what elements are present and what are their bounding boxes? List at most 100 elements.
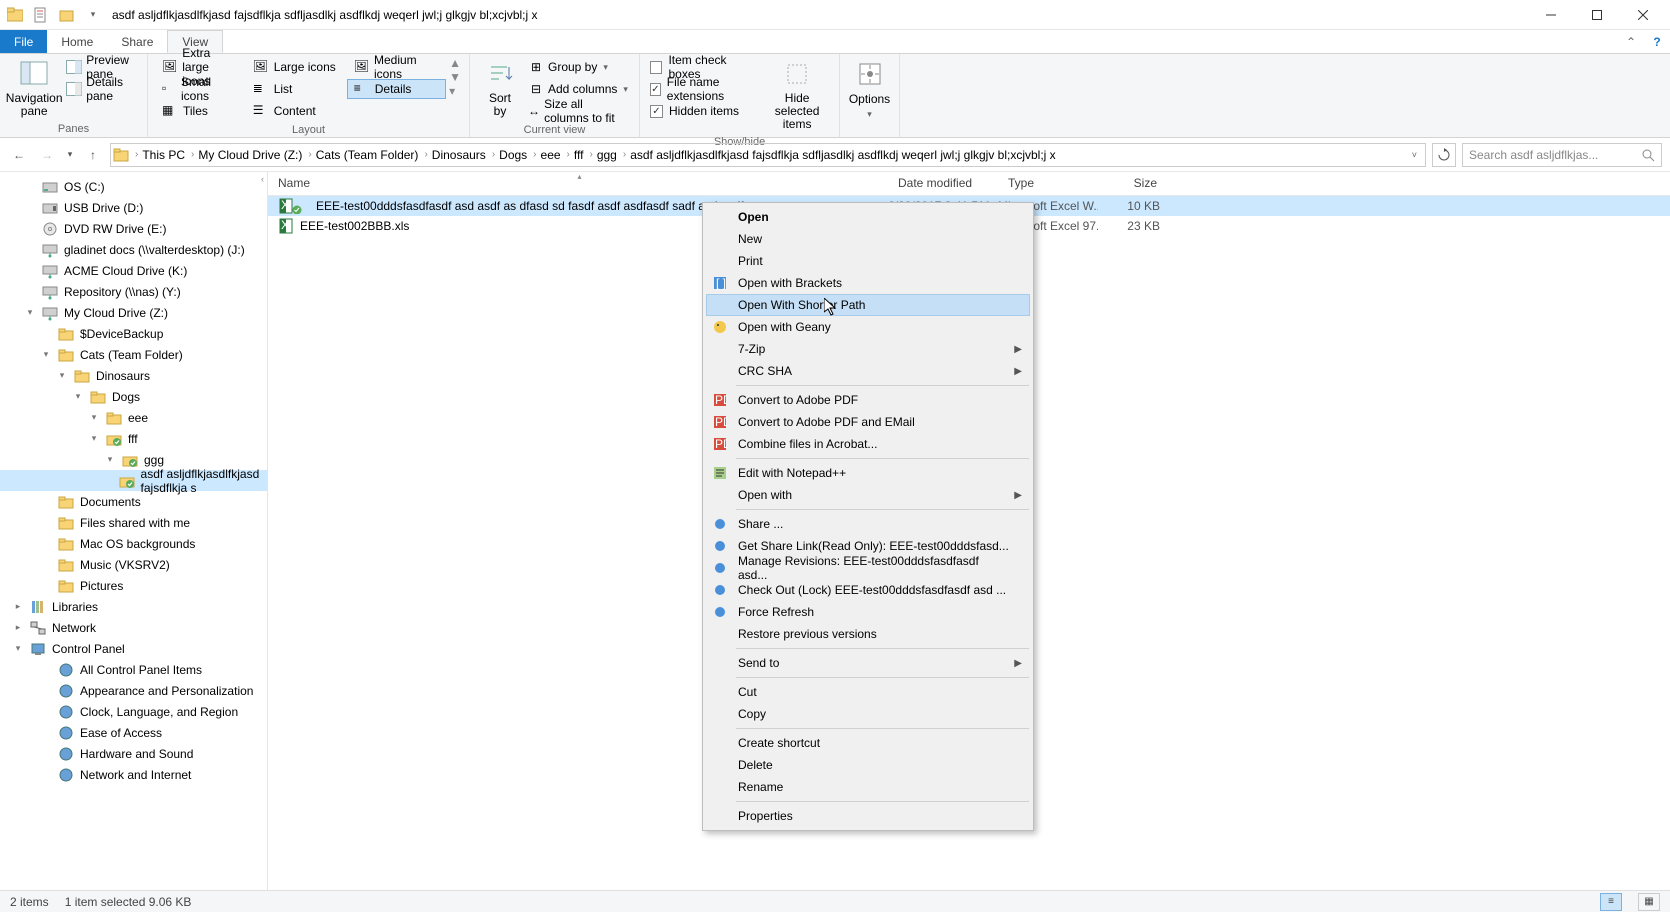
tree-item[interactable]: Mac OS backgrounds	[0, 533, 267, 554]
layout-large[interactable]: 🖼Large icons	[246, 57, 343, 77]
layout-small[interactable]: ▫Small icons	[155, 79, 242, 99]
tree-item[interactable]: asdf asljdflkjasdlfkjasd fajsdflkja s	[0, 470, 267, 491]
navigation-pane-button[interactable]: Navigationpane	[6, 56, 62, 120]
tree-item[interactable]: ▾My Cloud Drive (Z:)	[0, 302, 267, 323]
expand-toggle-icon[interactable]: ▾	[24, 307, 36, 318]
menu-item[interactable]: CRC SHA▶	[706, 360, 1030, 382]
expand-toggle-icon[interactable]: ▸	[12, 601, 24, 612]
address-bar[interactable]: ›This PC ›My Cloud Drive (Z:) ›Cats (Tea…	[110, 143, 1426, 167]
column-header-type[interactable]: Type	[998, 172, 1098, 195]
menu-item[interactable]: Copy	[706, 703, 1030, 725]
refresh-button[interactable]	[1432, 143, 1456, 167]
expand-toggle-icon[interactable]: ▾	[104, 454, 116, 465]
close-button[interactable]	[1620, 0, 1666, 30]
tree-item[interactable]: ▾Dogs	[0, 386, 267, 407]
menu-item[interactable]: Open with▶	[706, 484, 1030, 506]
minimize-button[interactable]	[1528, 0, 1574, 30]
menu-item[interactable]: Open	[706, 206, 1030, 228]
menu-item[interactable]: Send to▶	[706, 652, 1030, 674]
tree-item[interactable]: ▾Cats (Team Folder)	[0, 344, 267, 365]
tree-item[interactable]: Appearance and Personalization	[0, 680, 267, 701]
layout-details[interactable]: ≡Details	[347, 79, 446, 99]
search-input[interactable]: Search asdf asljdflkjas...	[1462, 143, 1662, 167]
tree-item[interactable]: ▾fff	[0, 428, 267, 449]
hide-selected-button[interactable]: Hide selecteditems	[761, 56, 833, 134]
tab-home[interactable]: Home	[47, 30, 107, 53]
expand-toggle-icon[interactable]: ▾	[72, 391, 84, 402]
layout-content[interactable]: ☰Content	[246, 101, 343, 121]
help-button[interactable]: ?	[1644, 30, 1670, 53]
tree-item[interactable]: ACME Cloud Drive (K:)	[0, 260, 267, 281]
tab-file[interactable]: File	[0, 30, 47, 53]
menu-item[interactable]: Cut	[706, 681, 1030, 703]
column-header-date[interactable]: Date modified	[888, 172, 998, 195]
maximize-button[interactable]	[1574, 0, 1620, 30]
tree-item[interactable]: gladinet docs (\\valterdesktop) (J:)	[0, 239, 267, 260]
tree-item[interactable]: DVD RW Drive (E:)	[0, 218, 267, 239]
tree-item[interactable]: USB Drive (D:)	[0, 197, 267, 218]
layout-scroll-up[interactable]: ▲	[449, 56, 461, 70]
menu-item[interactable]: PDFCombine files in Acrobat...	[706, 433, 1030, 455]
menu-item[interactable]: Share ...	[706, 513, 1030, 535]
menu-item[interactable]: Manage Revisions: EEE-test00dddsfasdfasd…	[706, 557, 1030, 579]
expand-toggle-icon[interactable]: ▸	[12, 622, 24, 633]
menu-item[interactable]: [ ]Open with Brackets	[706, 272, 1030, 294]
tree-item[interactable]: All Control Panel Items	[0, 659, 267, 680]
expand-toggle-icon[interactable]: ▾	[88, 433, 100, 444]
layout-list[interactable]: ≣List	[246, 79, 343, 99]
tree-item[interactable]: ▾Dinosaurs	[0, 365, 267, 386]
layout-medium[interactable]: 🖼Medium icons	[347, 57, 446, 77]
collapse-ribbon-button[interactable]: ⌃	[1618, 30, 1644, 53]
tree-item[interactable]: Hardware and Sound	[0, 743, 267, 764]
layout-scroll-down[interactable]: ▼	[449, 70, 461, 84]
tree-item[interactable]: ▸Network	[0, 617, 267, 638]
tree-item[interactable]: OS (C:)	[0, 176, 267, 197]
back-button[interactable]: ←	[8, 144, 30, 166]
tree-item[interactable]: $DeviceBackup	[0, 323, 267, 344]
menu-item[interactable]: PDFConvert to Adobe PDF	[706, 389, 1030, 411]
address-dropdown-button[interactable]: ˅	[1406, 150, 1423, 160]
tree-item[interactable]: Pictures	[0, 575, 267, 596]
size-columns-button[interactable]: ↔Size all columns to fit	[524, 100, 633, 122]
tree-item[interactable]: ▾Control Panel	[0, 638, 267, 659]
sort-by-button[interactable]: Sortby	[476, 56, 524, 120]
column-header-size[interactable]: Size	[1098, 172, 1168, 195]
menu-item[interactable]: Force Refresh	[706, 601, 1030, 623]
column-header-name[interactable]: Name▴	[268, 172, 888, 195]
unpin-tree-icon[interactable]: ‹	[261, 174, 264, 184]
file-extensions-toggle[interactable]: ✓File name extensions	[646, 78, 761, 100]
qat-newfolder-icon[interactable]	[56, 4, 78, 26]
expand-toggle-icon[interactable]: ▾	[40, 349, 52, 360]
menu-item[interactable]: Delete	[706, 754, 1030, 776]
tree-item[interactable]: Clock, Language, and Region	[0, 701, 267, 722]
tree-item[interactable]: Ease of Access	[0, 722, 267, 743]
menu-item[interactable]: Check Out (Lock) EEE-test00dddsfasdfasdf…	[706, 579, 1030, 601]
forward-button[interactable]: →	[36, 144, 58, 166]
details-view-button[interactable]: ≡	[1600, 893, 1622, 911]
menu-item[interactable]: Open With Shorter Path	[706, 294, 1030, 316]
menu-item[interactable]: Rename	[706, 776, 1030, 798]
tree-item[interactable]: Music (VKSRV2)	[0, 554, 267, 575]
layout-extra-large[interactable]: 🖼Extra large icons	[155, 57, 242, 77]
expand-toggle-icon[interactable]: ▾	[88, 412, 100, 423]
menu-item[interactable]: Properties	[706, 805, 1030, 827]
menu-item[interactable]: Edit with Notepad++	[706, 462, 1030, 484]
expand-toggle-icon[interactable]: ▾	[12, 643, 24, 654]
group-by-button[interactable]: ⊞Group by▾	[524, 56, 633, 78]
menu-item[interactable]: Restore previous versions	[706, 623, 1030, 645]
details-pane-button[interactable]: Details pane	[62, 78, 141, 100]
menu-item[interactable]: Open with Geany	[706, 316, 1030, 338]
tab-share[interactable]: Share	[107, 30, 167, 53]
qat-dropdown-icon[interactable]: ▾	[82, 4, 104, 26]
tree-item[interactable]: Files shared with me	[0, 512, 267, 533]
hidden-items-toggle[interactable]: ✓Hidden items	[646, 100, 761, 122]
menu-item[interactable]: PDFConvert to Adobe PDF and EMail	[706, 411, 1030, 433]
tree-item[interactable]: ▸Libraries	[0, 596, 267, 617]
recent-dropdown-button[interactable]: ▾	[64, 144, 76, 166]
tree-item[interactable]: Repository (\\nas) (Y:)	[0, 281, 267, 302]
layout-more[interactable]: ▾	[449, 84, 461, 98]
menu-item[interactable]: Print	[706, 250, 1030, 272]
expand-toggle-icon[interactable]: ▾	[56, 370, 68, 381]
thumbnails-view-button[interactable]: ▦	[1638, 893, 1660, 911]
menu-item[interactable]: 7-Zip▶	[706, 338, 1030, 360]
